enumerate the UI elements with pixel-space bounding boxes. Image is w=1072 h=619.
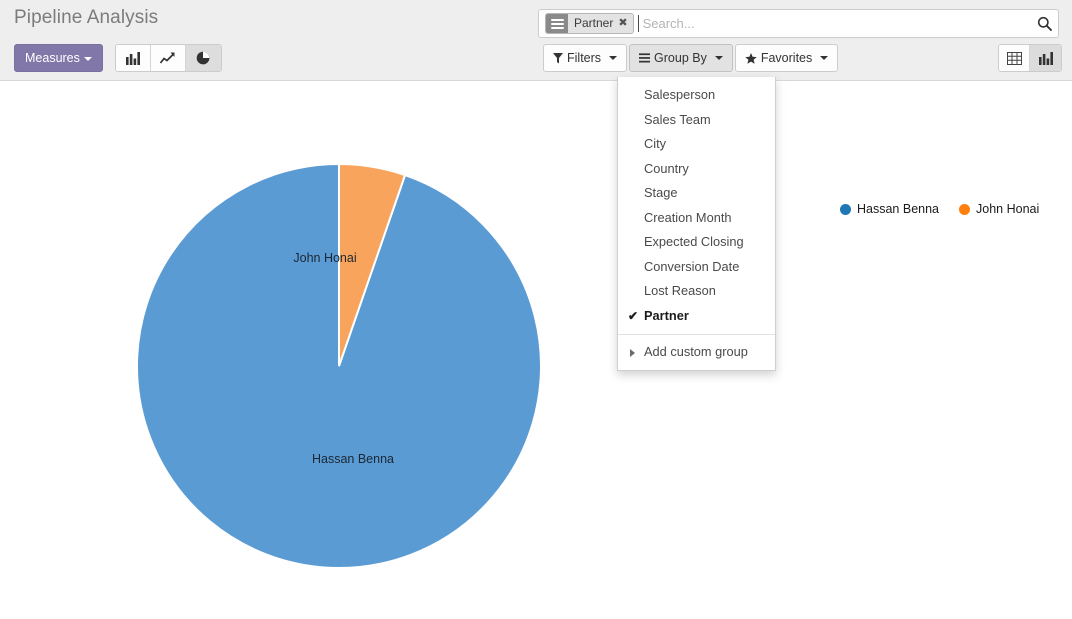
star-icon [745, 52, 757, 64]
group-by-option-city[interactable]: City [618, 132, 775, 157]
search-input[interactable] [637, 15, 1033, 32]
group-by-option-label: Country [644, 160, 689, 176]
chevron-down-icon [820, 56, 829, 60]
add-custom-group-label: Add custom group [644, 344, 748, 359]
chevron-down-icon [714, 56, 723, 60]
group-by-option-country[interactable]: Country [618, 157, 775, 182]
group-by-option-lost-reason[interactable]: Lost Reason [618, 279, 775, 304]
group-by-option-label: Sales Team [644, 111, 711, 127]
favorites-button[interactable]: Favorites [734, 44, 839, 72]
view-switcher [998, 44, 1062, 72]
control-panel: Pipeline Analysis Measures Partner ✖ Sea… [0, 0, 1072, 81]
dropdown-divider [618, 334, 775, 335]
group-by-label: Group By [654, 51, 707, 65]
chart-area: Hassan Benna John Honai Hassan Benna John… [0, 82, 1072, 619]
search-bar[interactable]: Partner ✖ [538, 9, 1059, 38]
group-by-option-label: Expected Closing [644, 234, 744, 249]
pie-chart-button[interactable] [185, 45, 221, 71]
group-by-option-creation-month[interactable]: Creation Month [618, 206, 775, 231]
measures-button[interactable]: Measures [14, 44, 103, 72]
list-view-icon [1006, 51, 1022, 65]
group-by-option-sales-team[interactable]: Sales Team [618, 108, 775, 133]
favorites-label: Favorites [760, 51, 813, 65]
pie-slice-label: John Honai [293, 251, 356, 265]
left-button-group: Measures [14, 44, 222, 72]
filter-button-group: Filters Group By Favorites [543, 44, 839, 72]
group-by-option-partner[interactable]: ✔ Partner [618, 304, 775, 329]
line-chart-button[interactable] [150, 45, 186, 71]
group-by-option-label: Partner [644, 307, 689, 323]
group-by-option-label: Creation Month [644, 209, 732, 225]
group-by-option-conversion-date[interactable]: Conversion Date [618, 255, 775, 280]
page-title: Pipeline Analysis [14, 7, 159, 28]
bar-chart-icon [125, 51, 140, 65]
pie-chart-icon [197, 51, 210, 65]
pie-chart[interactable]: Hassan Benna John Honai [0, 82, 1072, 619]
search-icon[interactable] [1033, 16, 1055, 31]
group-by-option-label: Conversion Date [644, 258, 740, 274]
search-facet-remove-icon[interactable]: ✖ [618, 14, 633, 33]
group-by-icon [546, 14, 568, 33]
check-icon: ✔ [628, 308, 639, 323]
search-facet-partner[interactable]: Partner ✖ [545, 13, 634, 34]
group-by-option-salesperson[interactable]: Salesperson [618, 83, 775, 108]
filters-button[interactable]: Filters [543, 44, 628, 72]
list-view-button[interactable] [999, 45, 1030, 71]
group-by-option-label: Salesperson [644, 87, 716, 102]
group-by-option-stage[interactable]: Stage [618, 181, 775, 206]
pie-slice-label: Hassan Benna [312, 452, 394, 466]
add-custom-group-item[interactable]: Add custom group [618, 340, 775, 365]
group-by-dropdown-menu: Salesperson Sales Team City Country Stage Cre… [617, 77, 776, 371]
search-facet-label: Partner [568, 14, 619, 33]
bar-chart-button[interactable] [115, 45, 151, 71]
graph-view-button[interactable] [1030, 45, 1061, 71]
graph-view-icon [1038, 51, 1053, 65]
line-chart-icon [160, 52, 175, 64]
chart-type-group [114, 44, 222, 72]
measures-label: Measures [25, 51, 80, 65]
chevron-down-icon [83, 56, 92, 61]
filters-label: Filters [567, 51, 602, 65]
group-by-option-label: City [644, 136, 667, 151]
group-by-option-label: Stage [644, 185, 678, 200]
group-by-option-label: Lost Reason [644, 283, 716, 298]
chevron-down-icon [609, 56, 618, 60]
chevron-right-icon [630, 349, 635, 357]
funnel-icon [553, 52, 563, 63]
group-by-option-expected-closing[interactable]: Expected Closing [618, 230, 775, 255]
group-by-button[interactable]: Group By [629, 44, 733, 72]
group-by-icon [639, 53, 651, 63]
